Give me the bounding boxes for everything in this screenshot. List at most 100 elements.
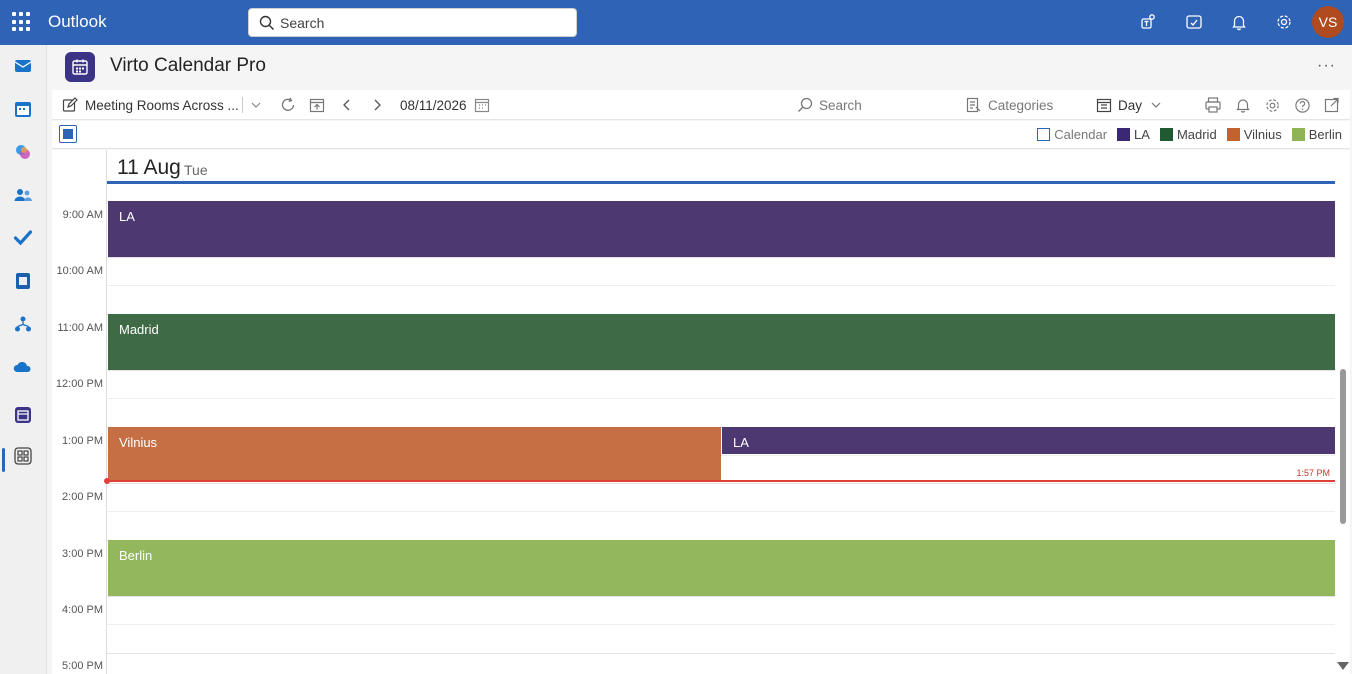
hour-line [107,596,1335,597]
app-rail [0,45,47,674]
popout-icon[interactable] [1324,90,1340,120]
vertical-scrollbar[interactable] [1337,184,1349,674]
legend-label: Madrid [1176,127,1217,142]
help-icon[interactable] [1294,90,1311,120]
legend-swatch [1291,128,1305,141]
legend-item-vilnius[interactable]: Vilnius [1226,127,1282,142]
rail-active-indicator [2,448,5,472]
half-hour-line [107,511,1335,512]
half-hour-line [107,624,1335,625]
view-mode-label: Day [1118,97,1143,113]
app-title: Virto Calendar Pro [110,55,266,76]
word-icon[interactable] [11,269,35,293]
event-la-morning[interactable]: LA [108,201,1335,257]
day-header: 11 Aug Tue [107,150,1335,184]
day-view-icon [1096,97,1112,113]
top-icon-group: VS [1126,6,1344,38]
mail-icon[interactable] [11,54,35,78]
day-weekday: Tue [184,162,208,178]
search-icon [797,97,813,113]
calendar-picker-icon [474,97,490,113]
more-options-button[interactable]: ··· [1317,57,1336,75]
onedrive-icon[interactable] [11,355,35,379]
current-date: 08/11/2026 [400,97,467,113]
refresh-icon[interactable] [279,90,297,120]
search-icon [259,15,275,36]
calendar-search-placeholder: Search [819,97,862,113]
scroll-down-arrow-icon[interactable] [1337,662,1349,670]
legend-item-calendar[interactable]: Calendar [1037,127,1107,142]
calendar-search-input[interactable]: Search [797,90,862,120]
time-label: 2:00 PM [62,491,103,503]
event-vilnius[interactable]: Vilnius [108,427,721,481]
virto-logo-icon [65,52,95,82]
current-time-line [106,480,1335,482]
legend-label: LA [1134,127,1150,142]
more-apps-icon[interactable] [11,444,35,468]
event-berlin[interactable]: Berlin [108,540,1335,596]
app-launcher-icon[interactable] [12,12,32,32]
app-name[interactable]: Outlook [48,12,107,32]
hour-line [107,257,1335,258]
legend-label: Berlin [1308,127,1342,142]
event-madrid[interactable]: Madrid [108,314,1335,370]
current-time-dot [104,478,110,484]
legend-item-berlin[interactable]: Berlin [1291,127,1342,142]
print-icon[interactable] [1204,90,1222,120]
calendar-legend-bar: Calendar LA Madrid Vilnius Berlin [52,121,1350,149]
event-la-afternoon[interactable]: LA [722,427,1335,454]
org-explorer-icon[interactable] [11,312,35,336]
settings-icon[interactable] [1264,90,1281,120]
my-day-icon[interactable] [1171,6,1216,38]
categories-button[interactable]: Categories [966,90,1053,120]
day-date: 11 Aug [117,156,181,179]
global-search-placeholder: Search [280,15,325,31]
select-all-checkbox[interactable] [59,125,77,143]
people-icon[interactable] [11,183,35,207]
legend-item-la[interactable]: LA [1117,127,1150,142]
categories-label: Categories [988,97,1054,113]
day-view-grid: 11 Aug Tue 9:00 AM 10:00 AM 11:00 AM 12:… [52,150,1350,674]
virto-calendar-icon[interactable] [11,403,35,427]
bell-icon[interactable] [1216,6,1261,38]
time-label: 12:00 PM [55,378,103,390]
scrollbar-thumb[interactable] [1340,369,1346,524]
date-picker[interactable]: 08/11/2026 [400,90,490,120]
view-dropdown-icon[interactable] [250,90,262,120]
legend-item-madrid[interactable]: Madrid [1159,127,1217,142]
view-mode-dropdown[interactable]: Day [1096,90,1162,120]
reminder-bell-icon[interactable] [1235,90,1251,120]
outlook-top-bar: Outlook Search VS [0,0,1352,45]
time-gutter [52,150,107,674]
global-search-input[interactable]: Search [248,8,577,37]
next-day-icon[interactable] [370,90,384,120]
hour-line [107,370,1335,371]
half-hour-line [107,398,1335,399]
time-label: 3:00 PM [62,548,103,560]
time-label: 4:00 PM [62,604,103,616]
day-header-underline [107,181,1335,184]
calendar-legend: Calendar LA Madrid Vilnius Berlin [1037,127,1342,142]
calendar-icon[interactable] [11,97,35,121]
legend-swatch [1159,128,1173,141]
legend-swatch [1117,128,1131,141]
todo-icon[interactable] [11,226,35,250]
view-selector[interactable]: Meeting Rooms Across ... [62,90,239,120]
gear-icon[interactable] [1261,6,1306,38]
main-pane: Virto Calendar Pro ··· Meeting Rooms Acr… [47,45,1352,674]
time-label: 9:00 AM [62,209,103,221]
legend-swatch [1037,128,1051,141]
avatar[interactable]: VS [1312,6,1344,38]
legend-label: Vilnius [1243,127,1282,142]
current-time-label: 1:57 PM [1296,468,1330,478]
teams-icon[interactable] [1126,6,1171,38]
chevron-down-icon [1150,99,1162,111]
today-icon[interactable] [309,90,325,120]
time-label: 5:00 PM [62,660,103,672]
time-label: 1:00 PM [62,435,103,447]
app-header: Virto Calendar Pro ··· [47,45,1352,89]
copilot-icon[interactable] [11,140,35,164]
legend-swatch [1226,128,1240,141]
previous-day-icon[interactable] [340,90,354,120]
legend-label: Calendar [1054,127,1108,142]
